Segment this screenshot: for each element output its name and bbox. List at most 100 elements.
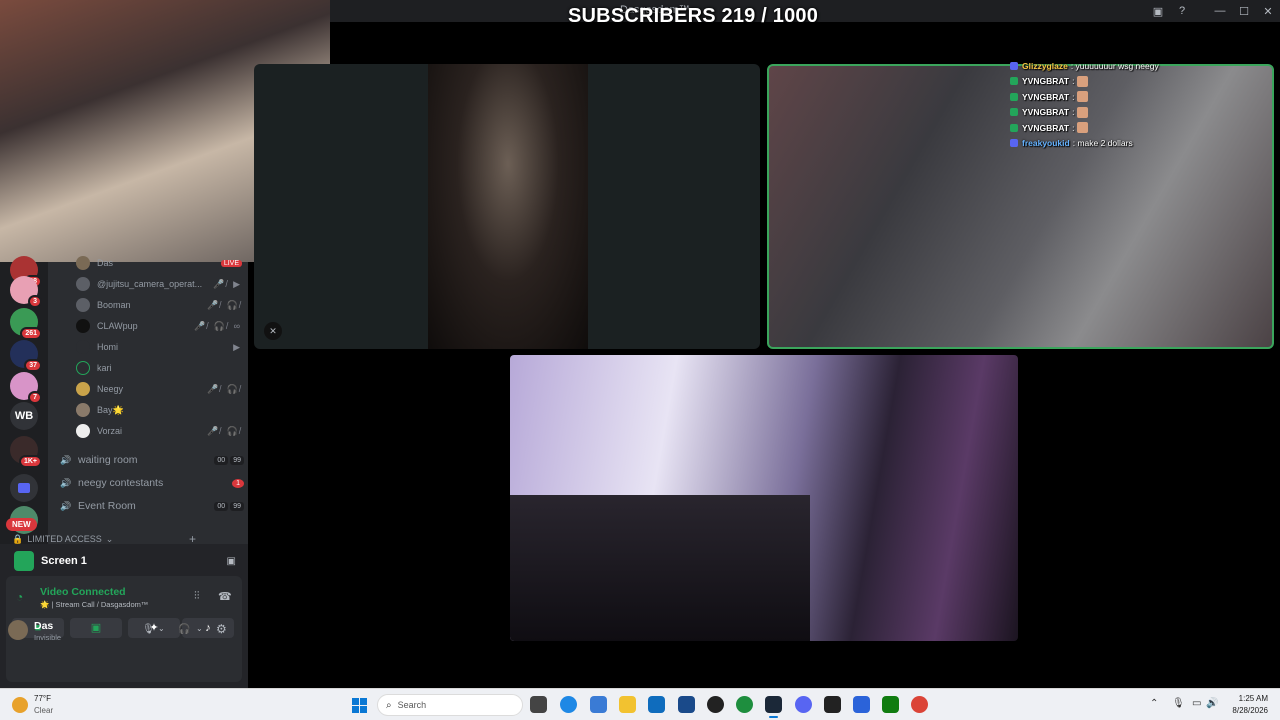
- participant-video: [510, 495, 810, 641]
- xbox-icon[interactable]: [882, 696, 899, 713]
- voice-user[interactable]: Booman 🎤̸ 🎧̸: [76, 296, 242, 314]
- server-icon[interactable]: 37: [10, 340, 42, 372]
- disconnect-icon[interactable]: ☎: [218, 590, 232, 603]
- chat-message: Glizzyglaze : yuuuuuuur wsg neegy: [1010, 58, 1270, 74]
- clock-time[interactable]: 1:25 AM: [1222, 694, 1268, 703]
- chat-text: :: [1072, 122, 1075, 133]
- window-controls: ▣ ? — ☐ ✕: [1146, 0, 1280, 22]
- voice-status-icons: 🎤̸ 🎧̸: [207, 299, 242, 310]
- avatar: [76, 277, 90, 291]
- voice-user[interactable]: Bay🌟: [76, 401, 242, 419]
- voice-user-name: Das: [97, 258, 114, 268]
- chrome-icon[interactable]: [736, 696, 753, 713]
- outlook-icon[interactable]: [648, 696, 665, 713]
- voice-channel-neegy-contestants[interactable]: 🔊 neegy contestants 1: [60, 473, 244, 493]
- weather-moon-icon[interactable]: [12, 697, 28, 713]
- live-badge: LIVE: [220, 259, 242, 267]
- windows-taskbar: 77°F Clear ⌕ Search ⌃ 🎙 ▭ 🔊 1:25 AM 8/28…: [0, 688, 1280, 720]
- chat-username: YVNGBRAT: [1022, 122, 1070, 133]
- screen-label: Screen 1: [41, 555, 87, 567]
- server-icon[interactable]: 7: [10, 372, 42, 404]
- discord-icon[interactable]: [795, 696, 812, 713]
- windows-start-icon[interactable]: [352, 698, 367, 713]
- chat-username: freakyoukid: [1022, 138, 1070, 149]
- steam-icon[interactable]: [765, 696, 782, 718]
- search-placeholder: Search: [397, 700, 427, 710]
- avatar[interactable]: [8, 620, 28, 640]
- server-sidebar: 28 3 261 37 7 WB 1K+: [0, 256, 48, 544]
- channel-list: Das LIVE @jujitsu_camera_operat... 🎤̸ ▶ …: [48, 256, 248, 544]
- voice-user[interactable]: Vorzai 🎤̸ 🎧̸: [76, 422, 242, 440]
- server-folder-icon[interactable]: [10, 474, 38, 502]
- voice-channel-waiting-room[interactable]: 🔊 waiting room 00 99: [60, 450, 244, 470]
- badge-icon: [1010, 139, 1018, 148]
- gear-icon[interactable]: ⚙: [216, 622, 227, 636]
- chat-message: YVNGBRAT :: [1010, 105, 1270, 121]
- screen-share-button[interactable]: ▣: [70, 618, 122, 638]
- clock-date[interactable]: 8/28/2026: [1222, 706, 1268, 715]
- photos-icon[interactable]: [590, 696, 607, 713]
- avatar: [76, 361, 90, 375]
- voice-user[interactable]: Homi ▶: [76, 338, 242, 356]
- badge-icon: [1010, 108, 1018, 117]
- signal-icon[interactable]: ◔: [16, 590, 23, 604]
- voice-user-name: Neegy: [97, 384, 124, 394]
- server-icon[interactable]: 261: [10, 308, 42, 340]
- user-name[interactable]: Das: [34, 620, 53, 632]
- minimize-button[interactable]: —: [1208, 5, 1232, 17]
- avatar: [76, 403, 90, 417]
- voice-channel-event-room[interactable]: 🔊 Event Room 00 99: [60, 496, 244, 516]
- noise-suppression-icon[interactable]: ⫶⫶: [194, 590, 200, 603]
- user-limit: 00 99: [214, 455, 244, 465]
- stage-icon: 🔊: [60, 500, 72, 511]
- maximize-button[interactable]: ☐: [1232, 5, 1256, 18]
- user-status: Invisible: [34, 633, 62, 642]
- chat-text: :: [1072, 107, 1075, 118]
- voice-user-name: Vorzai: [97, 426, 123, 436]
- chevron-down-icon[interactable]: ⌄: [196, 624, 203, 633]
- voice-user[interactable]: Neegy 🎤̸ 🎧̸: [76, 380, 242, 398]
- badge-icon: [1010, 92, 1018, 101]
- voice-user-name: Homi: [97, 342, 119, 352]
- server-icon[interactable]: 3: [10, 276, 42, 308]
- folder-icon[interactable]: [619, 696, 636, 713]
- chat-message: YVNGBRAT :: [1010, 89, 1270, 105]
- headphones-icon[interactable]: 🎧: [178, 624, 190, 635]
- screen-share-row[interactable]: Screen 1 ▣: [6, 546, 242, 576]
- file-explorer-icon[interactable]: [530, 696, 547, 713]
- weather-condition[interactable]: Clear: [34, 706, 53, 715]
- category-icon: 🔒: [12, 533, 24, 544]
- edge-icon[interactable]: [560, 696, 577, 713]
- app-icon[interactable]: [853, 696, 870, 713]
- voice-user[interactable]: @jujitsu_camera_operat... 🎤̸ ▶: [76, 275, 242, 293]
- channel-name: Event Room: [78, 500, 136, 512]
- server-icon-wb[interactable]: WB: [10, 402, 38, 430]
- microphone-icon[interactable]: 🎙: [142, 624, 155, 635]
- popout-icon[interactable]: ▣: [227, 556, 236, 567]
- chevron-up-icon[interactable]: ⌃: [1150, 698, 1158, 709]
- voice-user[interactable]: kari: [76, 359, 242, 377]
- new-badge[interactable]: NEW: [6, 518, 37, 531]
- server-icon[interactable]: 1K+: [10, 436, 42, 468]
- channel-location[interactable]: 🌟 | Stream Call / Dasgasdom™: [40, 600, 148, 609]
- chevron-down-icon[interactable]: ⌄: [158, 624, 165, 633]
- chrome-icon[interactable]: [911, 696, 928, 713]
- volume-icon[interactable]: 🔊: [1206, 698, 1218, 709]
- search-input[interactable]: ⌕ Search: [377, 694, 523, 716]
- video-tile-participant[interactable]: ✕: [254, 64, 760, 349]
- microphone-icon[interactable]: 🎙: [1172, 698, 1185, 709]
- close-button[interactable]: ✕: [1256, 5, 1280, 18]
- chat-text: :: [1072, 76, 1075, 87]
- epic-games-icon[interactable]: [824, 696, 841, 713]
- voice-user[interactable]: Das LIVE: [76, 254, 242, 272]
- app-icon[interactable]: [678, 696, 695, 713]
- user-panel: Screen 1 ▣ ◔ Video Connected 🌟 | Stream …: [0, 544, 248, 688]
- voice-user[interactable]: CLAWpup 🎤̸ 🎧̸ ∞: [76, 317, 242, 335]
- inbox-icon[interactable]: ▣: [1146, 5, 1170, 18]
- chat-username: YVNGBRAT: [1022, 76, 1070, 87]
- help-icon[interactable]: ?: [1170, 5, 1194, 17]
- video-tile-focused[interactable]: [510, 355, 1018, 641]
- display-icon[interactable]: ▭: [1192, 698, 1201, 709]
- obs-icon[interactable]: [707, 696, 724, 713]
- weather-temp[interactable]: 77°F: [34, 694, 51, 703]
